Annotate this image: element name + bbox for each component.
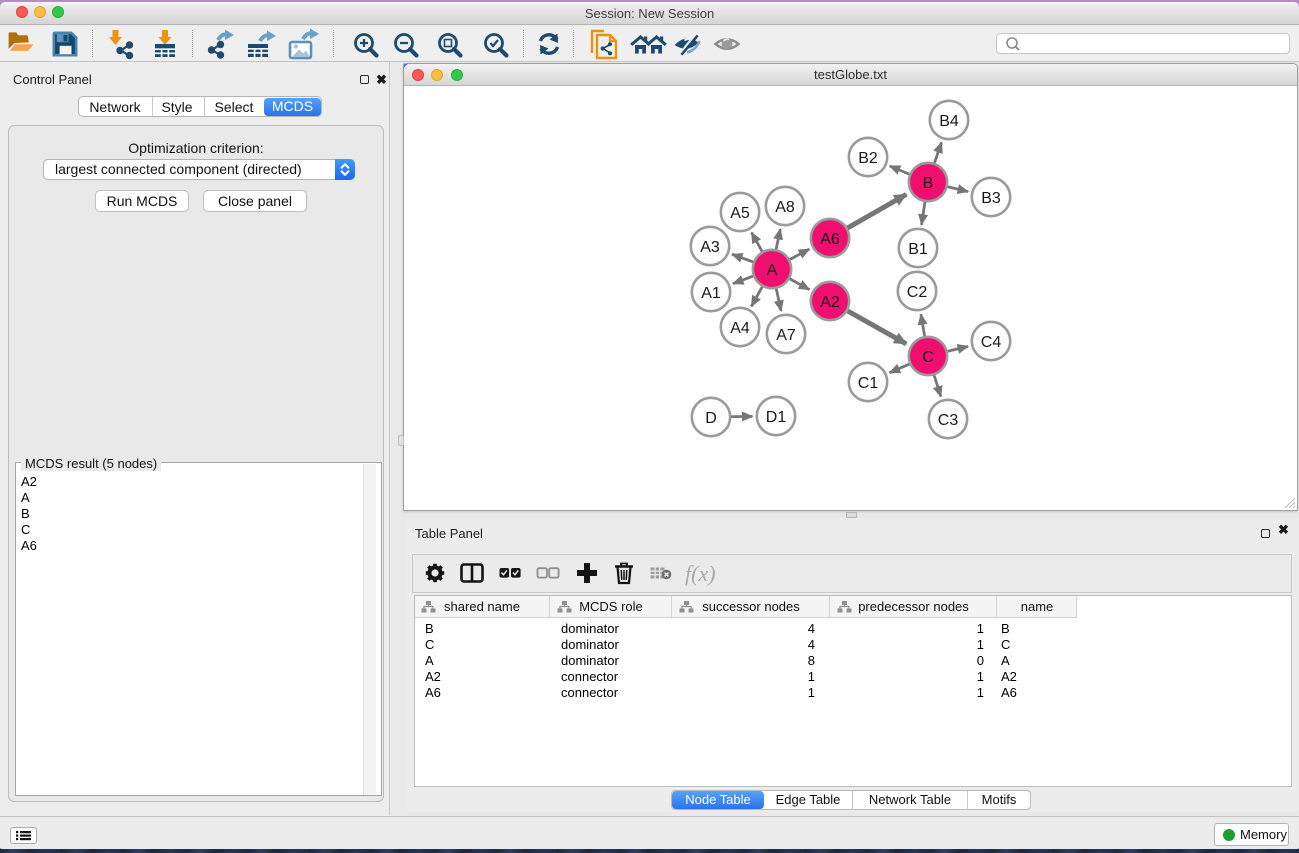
svg-text:D: D [705,410,717,427]
svg-text:C2: C2 [907,284,928,301]
svg-text:C: C [922,349,934,366]
svg-text:B3: B3 [981,190,1001,207]
svg-text:A5: A5 [730,205,750,222]
svg-text:B2: B2 [858,150,878,167]
svg-text:A1: A1 [701,285,721,302]
svg-text:B4: B4 [939,113,959,130]
svg-text:B1: B1 [908,241,928,258]
svg-text:A2: A2 [820,294,840,311]
svg-text:A7: A7 [776,327,796,344]
svg-text:A6: A6 [820,231,840,248]
svg-text:C3: C3 [938,412,959,429]
svg-text:B: B [923,175,934,192]
svg-text:C4: C4 [981,334,1002,351]
svg-text:C1: C1 [858,375,879,392]
svg-text:f(x): f(x) [685,561,716,586]
svg-text:A8: A8 [775,199,795,216]
svg-text:A4: A4 [730,320,750,337]
svg-text:A: A [767,262,778,279]
svg-text:A3: A3 [700,239,720,256]
svg-text:D1: D1 [766,409,787,426]
